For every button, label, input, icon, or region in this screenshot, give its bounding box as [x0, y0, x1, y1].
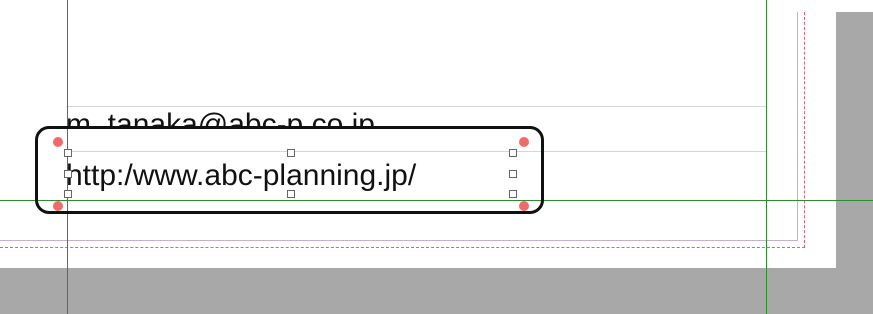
layout-canvas[interactable]: m_tanaka@abc-p.co.jp http:/www.abc-plann… [0, 0, 873, 314]
bleed-guide-bottom [0, 247, 805, 248]
annotation-highlight-box [35, 126, 544, 214]
guide-vertical-right[interactable] [766, 0, 767, 314]
pasteboard-bottom [0, 268, 873, 314]
email-text-clip: m_tanaka@abc-p.co.jp [0, 0, 873, 129]
page-margin-bottom [0, 240, 798, 241]
